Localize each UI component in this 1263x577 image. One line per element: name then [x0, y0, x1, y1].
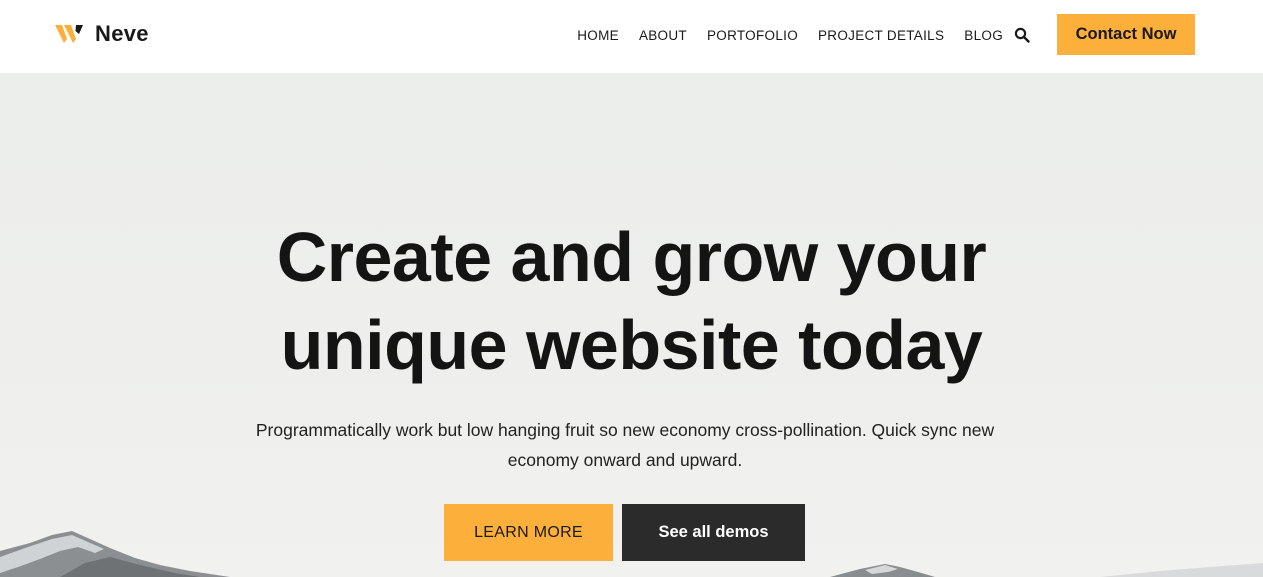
- hero-title-line-1: Create and grow your: [276, 218, 987, 296]
- hero-section: Create and grow your unique website toda…: [0, 73, 1263, 577]
- logo-text: Neve: [95, 21, 149, 46]
- hero-title: Create and grow your unique website toda…: [0, 213, 1263, 389]
- nav-item-blog[interactable]: BLOG: [964, 28, 1003, 43]
- learn-more-button[interactable]: LEARN MORE: [444, 504, 613, 561]
- nav-item-home[interactable]: HOME: [577, 28, 619, 43]
- hero-subtitle-line-1: Programmatically work but low hanging fr…: [255, 420, 995, 440]
- logo-mark-icon: [55, 25, 83, 43]
- nav-item-about[interactable]: ABOUT: [639, 28, 687, 43]
- hero-subtitle-line-2: economy onward and upward.: [507, 450, 743, 470]
- main-nav: HOME ABOUT PORTOFOLIO PROJECT DETAILS BL…: [577, 22, 1030, 48]
- hero-subtitle: Programmatically work but low hanging fr…: [200, 415, 1050, 475]
- search-icon[interactable]: [1014, 27, 1030, 43]
- site-logo[interactable]: Neve: [55, 19, 149, 49]
- contact-now-button[interactable]: Contact Now: [1057, 14, 1195, 55]
- hero-title-line-2: unique website today: [280, 306, 983, 384]
- nav-item-portfolio[interactable]: PORTOFOLIO: [707, 28, 798, 43]
- nav-item-project-details[interactable]: PROJECT DETAILS: [818, 28, 944, 43]
- site-header: Neve HOME ABOUT PORTOFOLIO PROJECT DETAI…: [0, 0, 1263, 73]
- see-all-demos-button[interactable]: See all demos: [622, 504, 805, 561]
